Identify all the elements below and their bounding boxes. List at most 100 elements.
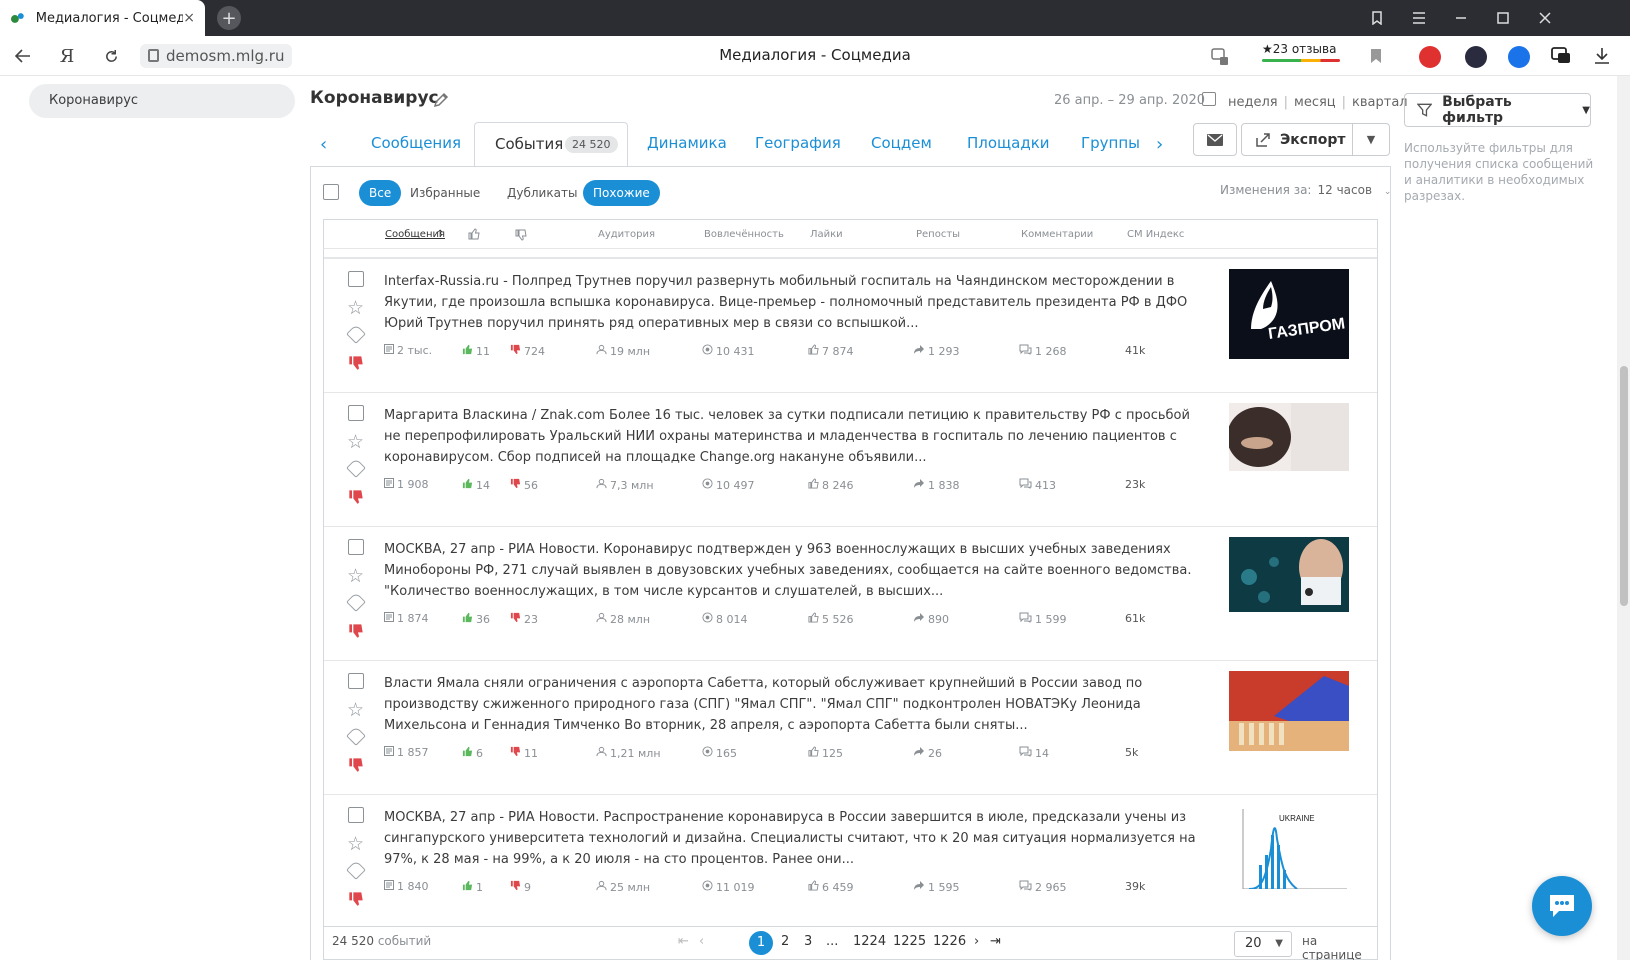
- changes-period[interactable]: Изменения за: 12 часов ⌄: [1220, 183, 1391, 197]
- tab-platforms[interactable]: Площадки: [967, 134, 1050, 152]
- tab-messages[interactable]: Сообщения: [371, 134, 461, 152]
- dislike-icon[interactable]: [348, 891, 364, 907]
- protect-icon[interactable]: [1210, 46, 1230, 66]
- event-thumbnail[interactable]: ГАЗПРОМ: [1229, 269, 1349, 363]
- tab-close-icon[interactable]: ×: [183, 10, 195, 26]
- col-reposts[interactable]: Репосты: [916, 229, 960, 240]
- extension-dark-icon[interactable]: [1465, 46, 1487, 68]
- tab-sociodem[interactable]: Соцдем: [871, 134, 932, 152]
- bookmark-icon[interactable]: [1370, 48, 1382, 68]
- menu-icon[interactable]: [1398, 0, 1440, 36]
- star-icon[interactable]: ☆: [347, 297, 364, 319]
- prev-page-icon[interactable]: ‹: [699, 934, 704, 949]
- list-item[interactable]: ☆ Власти Ямала сняли ограничения с аэропо…: [324, 660, 1377, 799]
- page-1224[interactable]: 1224: [853, 934, 886, 949]
- bookmarks-icon[interactable]: [1356, 0, 1398, 36]
- event-text[interactable]: МОСКВА, 27 апр - РИА Новости. Коронавиру…: [384, 539, 1204, 602]
- chip-duplicates[interactable]: Дубликаты: [497, 180, 587, 206]
- row-checkbox[interactable]: [348, 539, 364, 555]
- page-1226[interactable]: 1226: [933, 934, 966, 949]
- extension-red-icon[interactable]: [1419, 46, 1441, 68]
- export-dropdown-icon[interactable]: ▼: [1352, 123, 1390, 156]
- edit-pencil-icon[interactable]: [433, 92, 449, 108]
- star-icon[interactable]: ☆: [347, 833, 364, 855]
- export-button[interactable]: Экспорт: [1241, 123, 1353, 156]
- tab-events[interactable]: События 24 520: [474, 122, 628, 167]
- yandex-button[interactable]: Я: [54, 44, 80, 68]
- event-text[interactable]: Interfax-Russia.ru - Полпред Трутнев пор…: [384, 271, 1204, 334]
- tab-groups[interactable]: Группы: [1081, 134, 1140, 152]
- tab-geography[interactable]: География: [755, 134, 841, 152]
- col-sm-index[interactable]: СМ Индекс: [1127, 229, 1184, 240]
- date-range[interactable]: 26 апр. – 29 апр. 2020: [1054, 93, 1205, 108]
- event-text[interactable]: МОСКВА, 27 апр - РИА Новости. Распростра…: [384, 807, 1204, 870]
- minimize-icon[interactable]: [1440, 0, 1482, 36]
- period-month[interactable]: месяц: [1294, 95, 1336, 110]
- maximize-icon[interactable]: [1482, 0, 1524, 36]
- tag-icon[interactable]: [346, 592, 366, 612]
- event-text[interactable]: Маргарита Власкина / Znak.com Более 16 т…: [384, 405, 1204, 468]
- select-all-checkbox[interactable]: [323, 184, 339, 200]
- per-page-select[interactable]: 20 ▼: [1234, 931, 1292, 957]
- last-page-icon[interactable]: ⇥: [990, 934, 1001, 949]
- tag-icon[interactable]: [346, 860, 366, 880]
- dislike-icon[interactable]: [348, 757, 364, 773]
- dislike-icon[interactable]: [348, 489, 364, 505]
- dislike-icon[interactable]: [348, 623, 364, 639]
- tag-icon[interactable]: [346, 726, 366, 746]
- reload-icon[interactable]: [98, 44, 124, 68]
- close-window-icon[interactable]: [1524, 0, 1566, 36]
- event-thumbnail[interactable]: [1229, 403, 1349, 475]
- row-checkbox[interactable]: [348, 405, 364, 421]
- page-scrollbar[interactable]: [1617, 76, 1630, 960]
- thumbs-up-col-icon[interactable]: [468, 228, 480, 240]
- url-field[interactable]: demosm.mlg.ru: [140, 44, 293, 68]
- tabs-next-icon[interactable]: ›: [1156, 134, 1163, 155]
- period-week[interactable]: неделя: [1228, 95, 1278, 110]
- col-audience[interactable]: Аудитория: [598, 229, 655, 240]
- extension-blue-icon[interactable]: [1508, 46, 1530, 68]
- tag-icon[interactable]: [346, 458, 366, 478]
- messenger-icon[interactable]: [1550, 45, 1572, 71]
- dislike-icon[interactable]: [348, 355, 364, 371]
- event-thumbnail[interactable]: [1229, 671, 1349, 755]
- tabs-prev-icon[interactable]: ‹: [320, 134, 327, 155]
- tag-icon[interactable]: [346, 324, 366, 344]
- star-icon[interactable]: ☆: [347, 431, 364, 453]
- new-tab-button[interactable]: +: [217, 6, 241, 30]
- page-3[interactable]: 3: [804, 934, 812, 949]
- scrollbar-thumb[interactable]: [1620, 366, 1628, 606]
- list-item[interactable]: ☆ МОСКВА, 27 апр - РИА Новости. Коронавир…: [324, 526, 1377, 665]
- back-icon[interactable]: [10, 44, 36, 68]
- row-checkbox[interactable]: [348, 271, 364, 287]
- download-icon[interactable]: [1594, 47, 1610, 69]
- col-engagement[interactable]: Вовлечённость: [704, 229, 784, 240]
- chip-favorites[interactable]: Избранные: [400, 180, 490, 206]
- event-thumbnail[interactable]: [1229, 537, 1349, 616]
- list-item[interactable]: ☆ МОСКВА, 27 апр - РИА Новости. Распростр…: [324, 794, 1377, 926]
- col-likes[interactable]: Лайки: [810, 229, 843, 240]
- row-checkbox[interactable]: [348, 807, 364, 823]
- thumbs-down-col-icon[interactable]: [515, 229, 527, 241]
- chip-similar[interactable]: Похожие: [583, 180, 660, 206]
- page-2[interactable]: 2: [781, 934, 789, 949]
- chat-button[interactable]: [1532, 876, 1592, 936]
- next-page-icon[interactable]: ›: [974, 934, 979, 949]
- first-page-icon[interactable]: ⇤: [678, 934, 689, 949]
- choose-filter-button[interactable]: Выбрать фильтр ▼: [1404, 93, 1591, 127]
- chip-all[interactable]: Все: [359, 180, 402, 206]
- page-1[interactable]: 1: [749, 931, 773, 955]
- col-comments[interactable]: Комментарии: [1021, 229, 1093, 240]
- browser-tab[interactable]: Медиалогия - Соцмедиа ×: [0, 0, 205, 36]
- event-text[interactable]: Власти Ямала сняли ограничения с аэропор…: [384, 673, 1204, 736]
- mail-button[interactable]: [1193, 123, 1237, 156]
- period-quarter[interactable]: квартал: [1352, 95, 1408, 110]
- sidebar-item-coronavirus[interactable]: Коронавирус: [29, 84, 295, 118]
- tab-dynamics[interactable]: Динамика: [647, 134, 727, 152]
- list-item[interactable]: ☆ Interfax-Russia.ru - Полпред Трутнев по…: [324, 258, 1377, 397]
- list-item[interactable]: ☆ Маргарита Власкина / Znak.com Более 16 …: [324, 392, 1377, 531]
- reviews-badge[interactable]: ★23 отзыва: [1262, 42, 1340, 62]
- event-thumbnail[interactable]: UKRAINE: [1229, 805, 1349, 893]
- star-icon[interactable]: ☆: [347, 565, 364, 587]
- calendar-icon[interactable]: [1202, 92, 1216, 106]
